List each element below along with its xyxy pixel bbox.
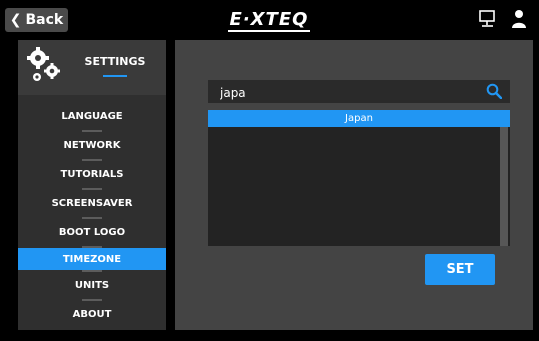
sidebar-header: SETTINGS [18,40,166,95]
set-button[interactable]: SET [425,254,495,285]
back-chevron-icon: ❮ [9,12,22,28]
sidebar-item-about[interactable]: ABOUT [18,301,166,328]
results-scrollbar[interactable] [500,127,508,246]
sidebar-item-label: SCREENSAVER [51,198,133,209]
sidebar-item-label: BOOT LOGO [58,227,126,238]
timezone-results-list: Japan [208,110,510,246]
back-button-label: Back [25,12,64,28]
sidebar-item-label: TIMEZONE [62,253,122,265]
settings-title: SETTINGS [84,55,146,68]
sidebar-item-language[interactable]: LANGUAGE [18,103,166,130]
sidebar-item-label: UNITS [74,280,110,291]
timezone-search-box [208,80,510,103]
back-button[interactable]: ❮ Back [5,8,68,32]
list-item[interactable]: Japan [208,110,510,127]
network-icon[interactable] [478,10,498,28]
user-icon[interactable] [511,9,527,29]
sidebar-item-timezone[interactable]: TIMEZONE [18,248,166,270]
sidebar-item-label: LANGUAGE [61,111,123,122]
gears-icon [27,47,60,81]
sidebar-item-label: TUTORIALS [60,169,124,180]
sidebar-item-units[interactable]: UNITS [18,272,166,299]
sidebar-item-screensaver[interactable]: SCREENSAVER [18,190,166,217]
settings-menu: LANGUAGE NETWORK TUTORIALS SCREENSAVER B… [18,103,166,328]
settings-sidebar: SETTINGS LANGUAGE NETWORK TUTORIALS SCRE… [18,40,166,330]
sidebar-item-network[interactable]: NETWORK [18,132,166,159]
timezone-panel: Japan SET [175,40,533,330]
sidebar-item-label: NETWORK [63,140,121,151]
search-icon[interactable] [486,83,502,99]
brand-logo: E·XTEQ [228,8,310,32]
sidebar-item-tutorials[interactable]: TUTORIALS [18,161,166,188]
sidebar-item-label: ABOUT [72,309,112,320]
timezone-search-input[interactable] [218,82,472,103]
sidebar-item-boot-logo[interactable]: BOOT LOGO [18,219,166,246]
top-bar: ❮ Back E·XTEQ [0,0,539,37]
settings-underline [103,75,127,77]
